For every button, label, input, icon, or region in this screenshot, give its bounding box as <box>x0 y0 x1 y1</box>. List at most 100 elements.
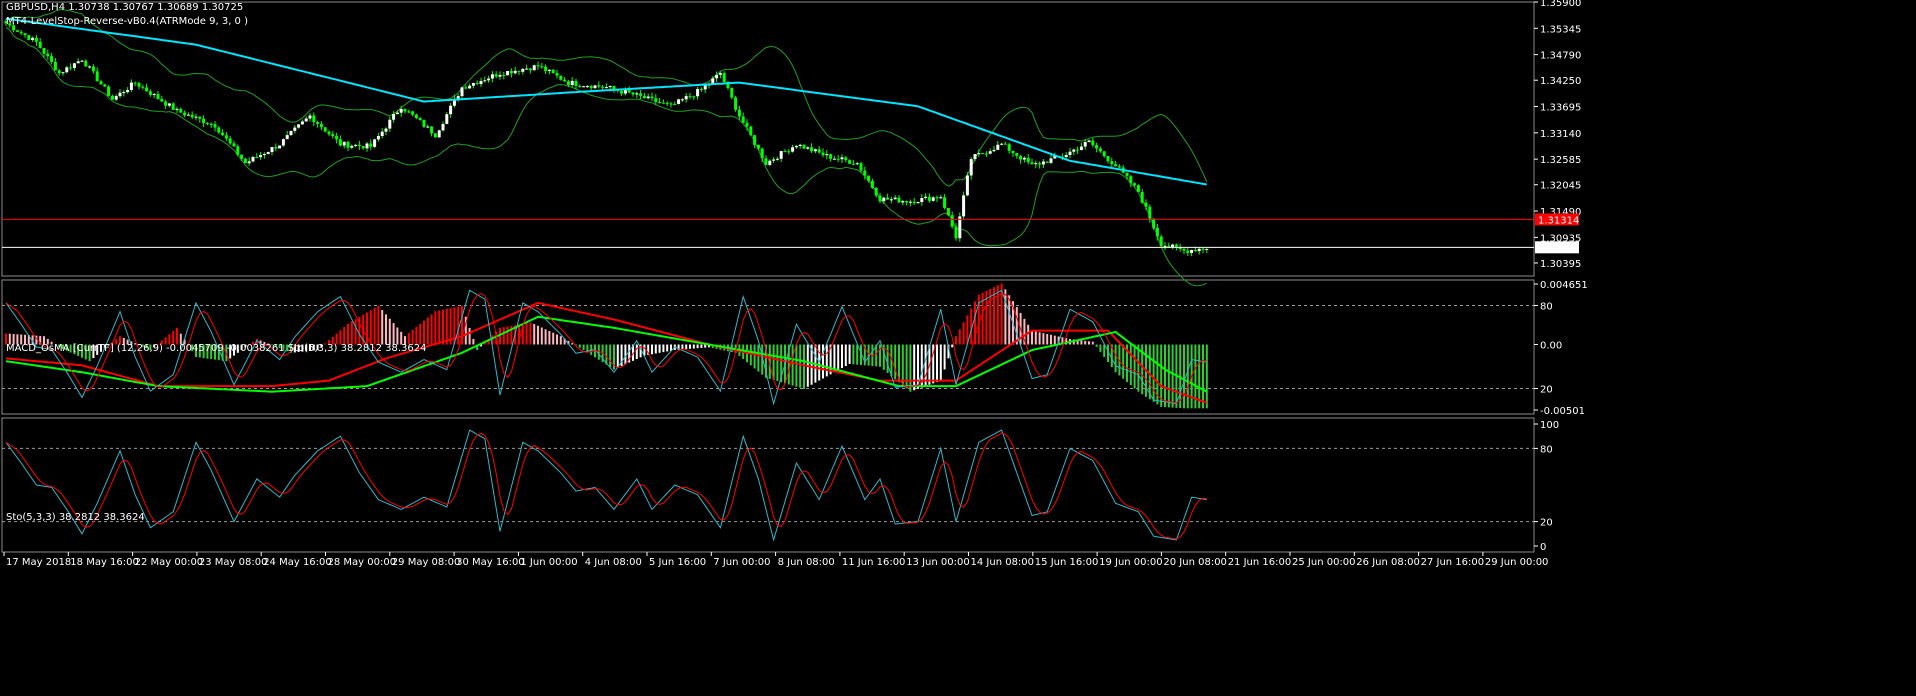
candle-body <box>1152 218 1156 228</box>
candle-body <box>1015 153 1019 156</box>
candle-body <box>308 115 312 119</box>
candle-body <box>718 73 722 75</box>
candle-body <box>931 197 935 201</box>
candle-body <box>851 163 855 165</box>
candle-body <box>1182 249 1186 251</box>
candle-body <box>927 196 931 201</box>
candle-body <box>76 61 80 64</box>
candle-body <box>57 70 61 74</box>
x-tick-label: 29 Jun 00:00 <box>1485 557 1549 568</box>
candle-body <box>27 35 31 40</box>
candle-body <box>327 131 331 135</box>
candle-body <box>259 155 263 158</box>
candle-body <box>213 124 217 128</box>
candle-body <box>604 87 608 89</box>
candle-body <box>1011 150 1015 154</box>
candle-body <box>946 207 950 216</box>
candle-body <box>589 86 593 89</box>
candle-body <box>350 145 354 148</box>
candle-body <box>122 92 126 94</box>
candle-body <box>487 78 491 81</box>
candle-body <box>608 86 612 88</box>
candle-body <box>623 90 627 94</box>
candle-body <box>893 197 897 200</box>
candle-body <box>72 63 76 68</box>
candle-body <box>114 96 118 100</box>
candle-body <box>692 96 696 98</box>
candle-body <box>912 201 916 204</box>
candle-body <box>711 78 715 84</box>
sto-panel-label: Sto(5,3,3) 38.2812 38.3624 <box>6 512 145 523</box>
x-tick-label: 19 Jun 00:00 <box>1099 557 1163 568</box>
candle-body <box>395 112 399 115</box>
candle-body <box>555 73 559 76</box>
candle-body <box>521 68 525 72</box>
sto-tick-label: 0 <box>1540 542 1546 553</box>
candle-body <box>380 131 384 137</box>
candle-body <box>722 73 726 82</box>
candle-body <box>183 112 187 116</box>
candle-body <box>753 135 757 145</box>
candle-body <box>354 144 358 146</box>
candle-body <box>300 121 304 125</box>
price-tick-label: 1.34250 <box>1540 76 1581 87</box>
candle-body <box>1041 161 1045 165</box>
candle-body <box>962 195 966 217</box>
x-tick-label: 4 Jun 08:00 <box>585 557 642 568</box>
candle-body <box>984 153 988 155</box>
candle-body <box>635 93 639 95</box>
candle-body <box>992 149 996 152</box>
candle-body <box>221 132 225 136</box>
candle-body <box>825 154 829 156</box>
candle-body <box>460 87 464 97</box>
candle-body <box>209 123 213 125</box>
candle-body <box>810 147 814 152</box>
candle-body <box>99 81 103 85</box>
candle-body <box>585 86 589 88</box>
candle-body <box>247 161 251 164</box>
candle-body <box>908 201 912 203</box>
candle-body <box>1174 244 1178 247</box>
price-tick-label: 1.30395 <box>1540 259 1581 270</box>
candle-body <box>1076 149 1080 151</box>
candle-body <box>1026 157 1030 163</box>
candle-body <box>23 33 27 36</box>
candle-body <box>1064 154 1068 158</box>
candle-body <box>802 144 806 149</box>
candle-body <box>80 60 84 62</box>
candle-body <box>1155 227 1159 237</box>
candle-body <box>304 118 308 122</box>
candle-body <box>376 136 380 140</box>
x-tick-label: 18 May 16:00 <box>70 557 139 568</box>
macd-tick-label: 0.00 <box>1540 341 1562 352</box>
candle-body <box>1144 202 1148 207</box>
candle-body <box>342 141 346 146</box>
candle-body <box>145 87 149 92</box>
candle-body <box>1087 140 1091 143</box>
sto-tick-label: 100 <box>1540 420 1559 431</box>
x-tick-label: 11 Jun 16:00 <box>842 557 906 568</box>
x-tick-label: 26 Jun 08:00 <box>1356 557 1420 568</box>
candle-body <box>848 160 852 164</box>
candle-body <box>642 95 646 99</box>
candle-body <box>578 85 582 87</box>
candle-body <box>646 96 650 99</box>
candle-body <box>91 66 95 72</box>
candle-body <box>430 126 434 134</box>
x-tick-label: 27 Jun 16:00 <box>1421 557 1485 568</box>
price-tick-label: 1.35345 <box>1540 24 1581 35</box>
x-tick-label: 5 Jun 16:00 <box>649 557 706 568</box>
x-tick-label: 23 May 08:00 <box>199 557 268 568</box>
candle-body <box>319 123 323 128</box>
candle-body <box>1091 140 1095 146</box>
candle-body <box>684 96 688 100</box>
candle-body <box>1038 163 1042 165</box>
candle-body <box>756 144 760 149</box>
candle-body <box>1003 143 1007 145</box>
candle-body <box>490 74 494 79</box>
candle-body <box>194 116 198 118</box>
candle-body <box>889 199 893 201</box>
price-marker-label: 1.31314 <box>1538 215 1579 226</box>
candle-body <box>650 96 654 99</box>
candle-body <box>285 135 289 140</box>
